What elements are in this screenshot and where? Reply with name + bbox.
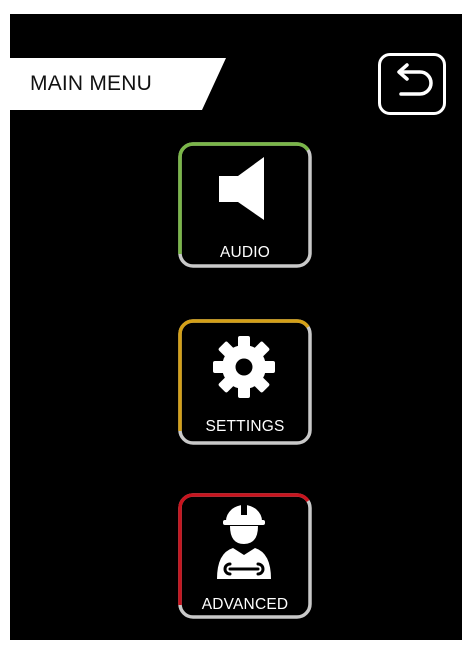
title-banner: MAIN MENU — [10, 58, 226, 110]
advanced-label: ADVANCED — [201, 596, 289, 613]
audio-menu-tile[interactable]: AUDIO — [178, 142, 312, 268]
audio-label: AUDIO — [219, 244, 271, 261]
back-button[interactable] — [378, 53, 446, 115]
settings-label: SETTINGS — [205, 418, 285, 435]
settings-menu-tile[interactable]: SETTINGS — [178, 319, 312, 445]
advanced-menu-tile[interactable]: ADVANCED — [178, 493, 312, 619]
undo-arrow-icon — [397, 63, 433, 96]
main-menu-screen: MAIN MENU AUDIO SETTINGS ADVANCED — [10, 14, 462, 640]
page-title: MAIN MENU — [30, 72, 152, 95]
